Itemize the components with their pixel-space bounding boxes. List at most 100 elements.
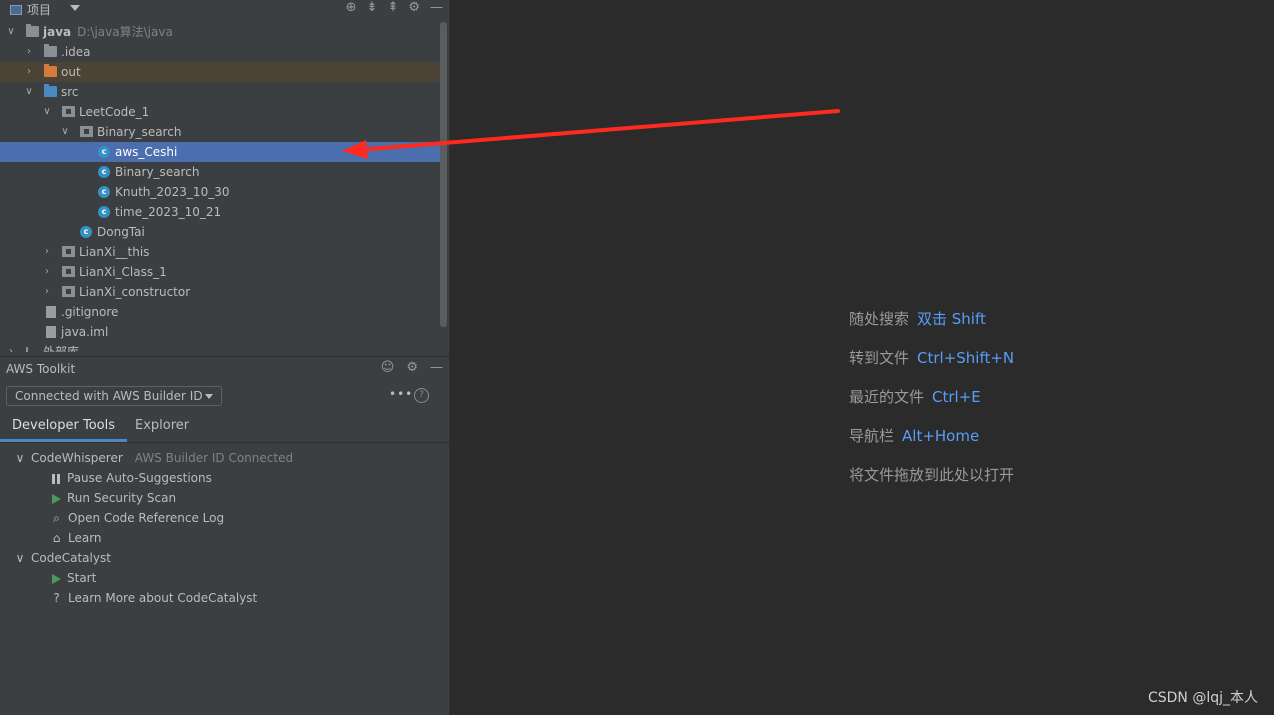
chevron-down-icon[interactable]: ∨ (60, 122, 70, 142)
graduation-cap-icon: ⌂ (52, 531, 61, 545)
chevron-down-icon[interactable]: ∨ (13, 448, 27, 468)
codewhisperer-node[interactable]: ∨ CodeWhisperer AWS Builder ID Connected (0, 448, 294, 468)
root-label: java (43, 25, 72, 39)
project-view-selector[interactable]: 项目 (10, 1, 51, 18)
learn-item[interactable]: ⌂ Learn (50, 528, 102, 548)
tree-label-external: 外部库 (43, 345, 80, 352)
gear-icon[interactable]: ⚙ (406, 360, 418, 375)
tree-row-java-iml[interactable]: java.iml (0, 322, 440, 342)
library-icon (26, 347, 40, 352)
minimize-icon[interactable]: — (430, 360, 443, 375)
tree-label-java-iml: java.iml (61, 325, 109, 339)
class-icon: c (98, 166, 110, 178)
package-icon (62, 286, 75, 297)
feedback-smiley-icon[interactable]: ☺ (381, 360, 395, 375)
chevron-right-icon[interactable]: › (42, 262, 52, 282)
source-folder-icon (44, 84, 57, 97)
aws-toolkit-header: AWS Toolkit ☺ ⚙ — (0, 356, 449, 381)
tree-row-leetcode[interactable]: ∨ LeetCode_1 (0, 102, 440, 122)
hint-navigation-bar: 导航栏 Alt+Home (849, 425, 979, 446)
chevron-down-icon[interactable]: ∨ (6, 22, 16, 42)
tree-label-src: src (61, 85, 79, 99)
chevron-right-icon[interactable]: › (42, 242, 52, 262)
pause-icon (52, 473, 60, 484)
chevron-down-icon[interactable]: ∨ (13, 548, 27, 568)
run-icon (52, 573, 61, 584)
collapse-all-icon[interactable]: ⇞ (387, 0, 398, 15)
hint-text: 随处搜索 (849, 310, 910, 328)
minimize-icon[interactable]: — (430, 0, 443, 15)
chevron-down-icon[interactable]: ∨ (24, 82, 34, 102)
start-item[interactable]: Start (52, 568, 96, 588)
chevron-right-icon[interactable]: › (6, 342, 16, 352)
hint-drop-files: 将文件拖放到此处以打开 (849, 464, 1014, 485)
tree-row-root[interactable]: ∨ java D:\java算法\java (0, 22, 440, 42)
package-icon (62, 106, 75, 117)
tree-row-aws-ceshi[interactable]: c aws_Ceshi (0, 142, 440, 162)
codecatalyst-label: CodeCatalyst (31, 551, 111, 565)
tree-row-binary-class[interactable]: c Binary_search (0, 162, 440, 182)
tree-row-lianxi-class[interactable]: › LianXi_Class_1 (0, 262, 440, 282)
tree-row-src[interactable]: ∨ src (0, 82, 440, 102)
chevron-right-icon[interactable]: › (24, 62, 34, 82)
iml-file-icon (46, 326, 56, 338)
tree-row-external-libraries[interactable]: › 外部库 (0, 342, 440, 352)
tree-row-gitignore[interactable]: .gitignore (0, 302, 440, 322)
module-folder-icon (26, 24, 39, 37)
project-panel-title: 项目 (27, 3, 52, 17)
connection-dropdown[interactable]: Connected with AWS Builder ID (6, 386, 222, 406)
tree-label-aws-ceshi: aws_Ceshi (115, 145, 178, 159)
more-options-icon[interactable]: ••• (389, 387, 413, 401)
tree-label-lianxi-constructor: LianXi_constructor (79, 285, 191, 299)
tree-row-knuth[interactable]: c Knuth_2023_10_30 (0, 182, 440, 202)
tree-row-dongtai[interactable]: c DongTai (0, 222, 440, 242)
security-scan-item[interactable]: Run Security Scan (52, 488, 176, 508)
pause-suggestions-item[interactable]: Pause Auto-Suggestions (52, 468, 212, 488)
chevron-right-icon[interactable]: › (42, 282, 52, 302)
hint-shortcut: 双击 Shift (917, 310, 986, 328)
chevron-down-icon[interactable] (70, 5, 80, 11)
tree-label-binary-class: Binary_search (115, 165, 200, 179)
run-icon (52, 493, 61, 504)
tree-label-dongtai: DongTai (97, 225, 145, 239)
tab-developer-tools[interactable]: Developer Tools (0, 412, 128, 442)
tree-label-out: out (61, 65, 81, 79)
hint-text: 导航栏 (849, 427, 895, 445)
tree-label-time: time_2023_10_21 (115, 205, 222, 219)
tree-label-leetcode: LeetCode_1 (79, 105, 150, 119)
gear-icon[interactable]: ⚙ (408, 0, 420, 15)
class-icon: c (80, 226, 92, 238)
chevron-right-icon[interactable]: › (24, 42, 34, 62)
tree-row-lianxi-this[interactable]: › LianXi__this (0, 242, 440, 262)
excluded-folder-icon (44, 64, 57, 77)
chevron-down-icon[interactable]: ∨ (42, 102, 52, 122)
pause-label: Pause Auto-Suggestions (67, 471, 212, 485)
learn-more-item[interactable]: ? Learn More about CodeCatalyst (50, 588, 257, 608)
package-icon (80, 126, 93, 137)
codecatalyst-node[interactable]: ∨ CodeCatalyst (0, 548, 111, 568)
help-icon[interactable]: ? (414, 388, 429, 403)
gitignore-file-icon (46, 306, 56, 318)
expand-all-icon[interactable]: ⇟ (367, 0, 378, 15)
root-path: D:\java算法\java (77, 25, 173, 39)
class-icon: c (98, 146, 110, 158)
tree-label-binary-pkg: Binary_search (97, 125, 182, 139)
class-icon: c (98, 206, 110, 218)
project-panel-header: 项目 ⊕ ⇟ ⇞ ⚙ — (0, 0, 449, 18)
tree-label-lianxi-this: LianXi__this (79, 245, 150, 259)
reference-search-icon: ⌕ (53, 511, 60, 525)
tree-row-binary-pkg[interactable]: ∨ Binary_search (0, 122, 440, 142)
tree-row-idea[interactable]: › .idea (0, 42, 440, 62)
tree-scrollbar[interactable] (440, 22, 447, 327)
start-label: Start (67, 571, 97, 585)
connection-label: Connected with AWS Builder ID (15, 389, 203, 403)
project-tree: ∨ java D:\java算法\java › .idea › out ∨ src… (0, 22, 440, 352)
tree-row-time[interactable]: c time_2023_10_21 (0, 202, 440, 222)
tree-row-out[interactable]: › out (0, 62, 440, 82)
tab-explorer[interactable]: Explorer (123, 412, 201, 442)
tree-row-lianxi-constructor[interactable]: › LianXi_constructor (0, 282, 440, 302)
hint-text: 将文件拖放到此处以打开 (849, 466, 1015, 484)
reference-log-item[interactable]: ⌕ Open Code Reference Log (50, 508, 224, 528)
question-icon: ? (53, 591, 60, 605)
target-icon[interactable]: ⊕ (346, 0, 357, 15)
